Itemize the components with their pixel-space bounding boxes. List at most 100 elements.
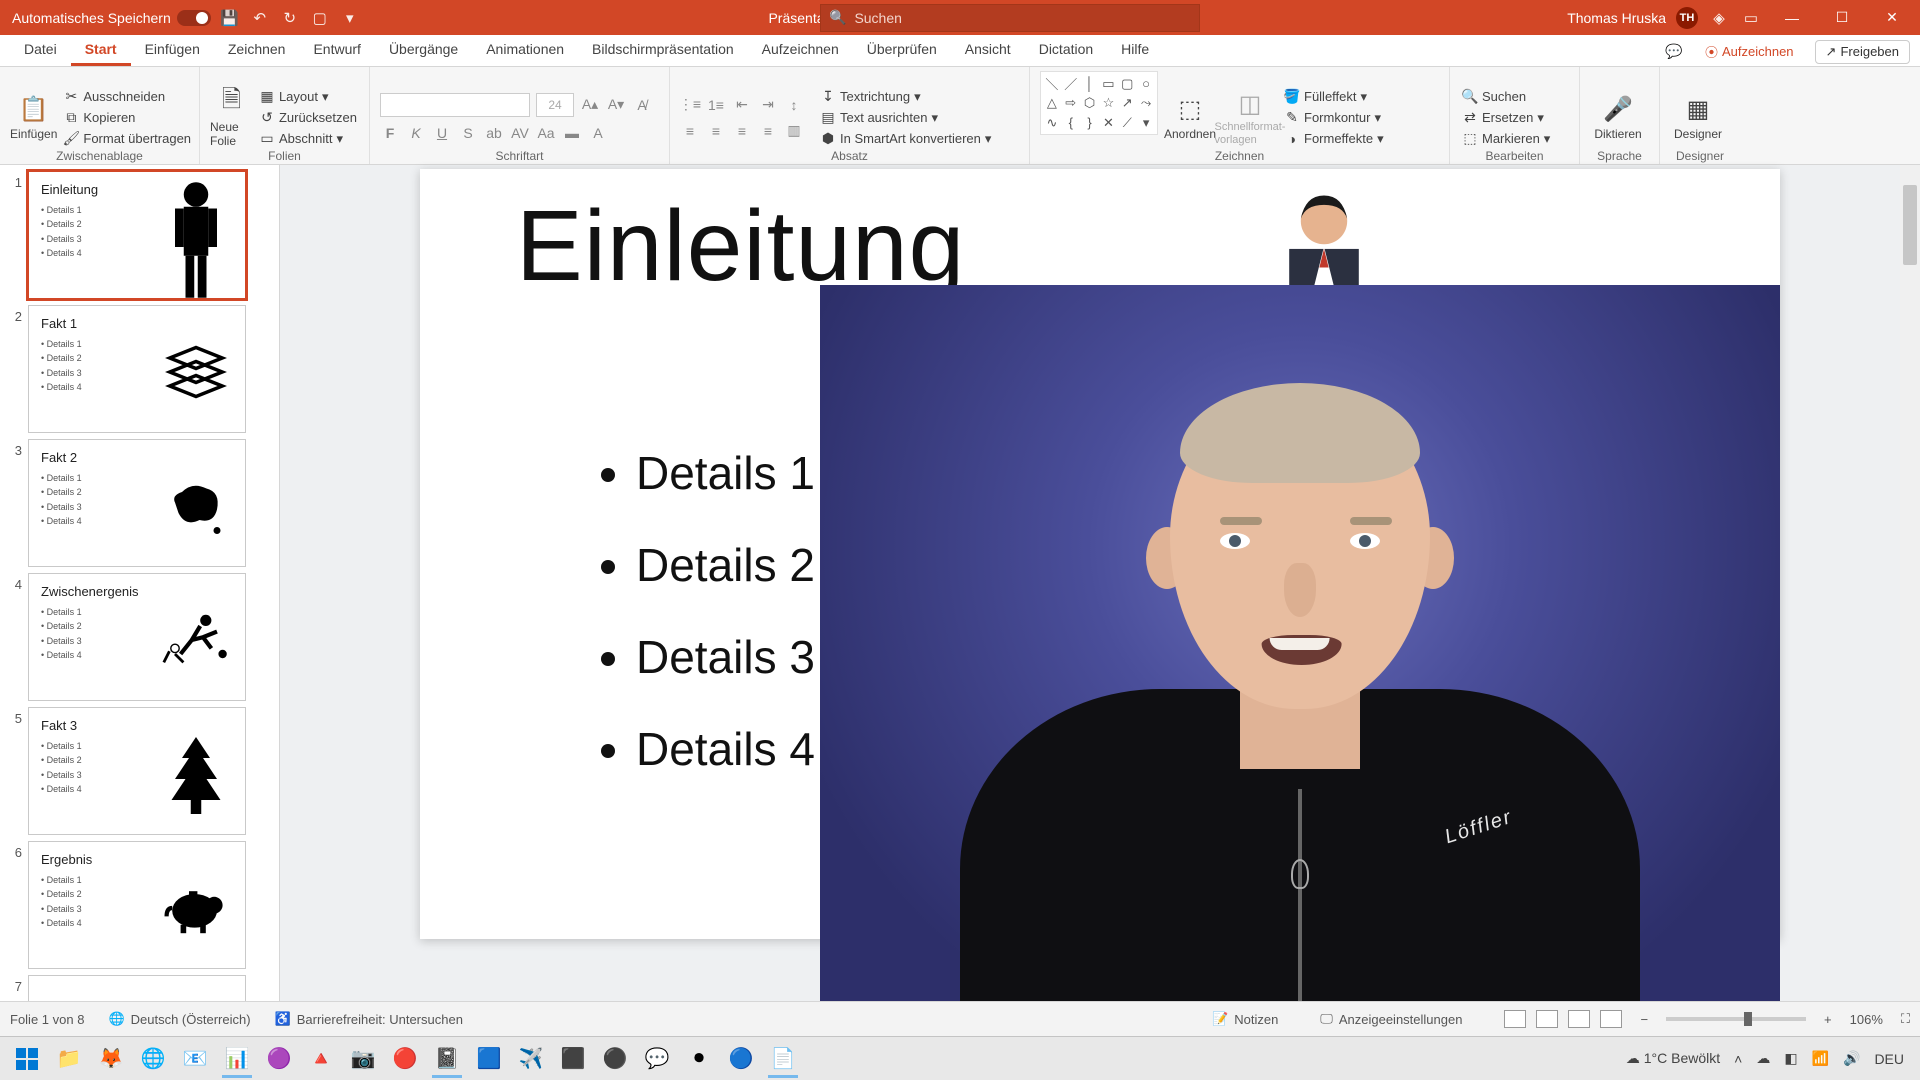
underline-icon[interactable]: U [432, 123, 452, 143]
font-color-icon[interactable]: A [588, 123, 608, 143]
slide-position[interactable]: Folie 1 von 8 [10, 1012, 84, 1027]
align-text-button[interactable]: ▤Text ausrichten ▾ [818, 109, 993, 127]
close-button[interactable]: ✕ [1872, 0, 1912, 35]
save-icon[interactable]: 💾 [219, 7, 241, 29]
shape-rect2-icon[interactable]: ▢ [1118, 74, 1136, 93]
align-left-icon[interactable]: ≡ [680, 121, 700, 141]
italic-icon[interactable]: K [406, 123, 426, 143]
taskbar-onenote[interactable]: 📓 [426, 1040, 468, 1078]
spacing-icon[interactable]: AV [510, 123, 530, 143]
taskbar-app1[interactable]: 🟣 [258, 1040, 300, 1078]
align-center-icon[interactable]: ≡ [706, 121, 726, 141]
taskbar-app8[interactable]: 🔵 [720, 1040, 762, 1078]
reading-view-icon[interactable] [1568, 1010, 1590, 1028]
comments-icon[interactable]: 💬 [1664, 42, 1684, 62]
slide-thumb-6[interactable]: 6ErgebnisDetails 1Details 2Details 3Deta… [6, 841, 279, 969]
bullets-icon[interactable]: ⋮≡ [680, 95, 700, 115]
fit-to-window-icon[interactable]: ⛶ [1901, 1011, 1910, 1027]
zoom-in-icon[interactable]: + [1824, 1012, 1832, 1027]
tab-file[interactable]: Datei [10, 35, 71, 66]
shape-brace-icon[interactable]: { [1062, 114, 1080, 133]
tab-transitions[interactable]: Übergänge [375, 35, 472, 66]
search-input[interactable] [854, 10, 1191, 26]
layout-button[interactable]: ▦Layout ▾ [257, 88, 359, 106]
tab-insert[interactable]: Einfügen [131, 35, 214, 66]
shapes-gallery[interactable]: ＼／│▭▢○ △⇨⬡☆↗⤳ ∿{}✕⟋▾ [1040, 71, 1158, 135]
sorter-view-icon[interactable] [1536, 1010, 1558, 1028]
find-button[interactable]: 🔍Suchen [1460, 88, 1552, 106]
line-spacing-icon[interactable]: ↕ [784, 95, 804, 115]
user-avatar[interactable]: TH [1676, 7, 1698, 29]
ribbon-mode-icon[interactable]: ▭ [1740, 7, 1762, 29]
smartart-button[interactable]: ⬢In SmartArt konvertieren ▾ [818, 130, 993, 148]
bullet-item[interactable]: Details 1 [636, 427, 815, 519]
tab-animations[interactable]: Animationen [472, 35, 578, 66]
shape-more-icon[interactable]: ▾ [1137, 114, 1155, 133]
taskbar-outlook[interactable]: 📧 [174, 1040, 216, 1078]
accessibility-status[interactable]: ♿Barrierefreiheit: Untersuchen [275, 1011, 463, 1027]
shape-arrow2-icon[interactable]: ↗ [1118, 94, 1136, 113]
slide-thumb-1[interactable]: 1EinleitungDetails 1Details 2Details 3De… [6, 171, 279, 299]
taskbar-app3[interactable]: 🔴 [384, 1040, 426, 1078]
taskbar-telegram[interactable]: ✈️ [510, 1040, 552, 1078]
indent-dec-icon[interactable]: ⇤ [732, 95, 752, 115]
format-painter-button[interactable]: 🖌Format übertragen [61, 130, 193, 148]
taskbar-app2[interactable]: 📷 [342, 1040, 384, 1078]
webcam-overlay[interactable]: Löffler [820, 285, 1780, 1009]
user-name[interactable]: Thomas Hruska [1567, 10, 1666, 26]
taskbar-firefox[interactable]: 🦊 [90, 1040, 132, 1078]
taskbar-vlc[interactable]: 🔺 [300, 1040, 342, 1078]
present-from-start-icon[interactable]: ▢ [309, 7, 331, 29]
shape-conn-icon[interactable]: ⤳ [1137, 94, 1155, 113]
shape-fill-button[interactable]: 🪣Fülleffekt ▾ [1282, 88, 1386, 106]
shape-line3-icon[interactable]: │ [1081, 74, 1099, 93]
slide-thumbnails-pane[interactable]: 1EinleitungDetails 1Details 2Details 3De… [0, 165, 280, 1045]
shape-rect-icon[interactable]: ▭ [1100, 74, 1118, 93]
taskbar-powerpoint[interactable]: 📊 [216, 1040, 258, 1078]
justify-icon[interactable]: ≡ [758, 121, 778, 141]
minimize-button[interactable]: — [1772, 0, 1812, 35]
more-qat-icon[interactable]: ▾ [339, 7, 361, 29]
cut-button[interactable]: ✂Ausschneiden [61, 88, 193, 106]
notes-button[interactable]: 📝Notizen [1212, 1011, 1278, 1027]
reset-button[interactable]: ↺Zurücksetzen [257, 109, 359, 127]
strike-icon[interactable]: S [458, 123, 478, 143]
slide-thumb-5[interactable]: 5Fakt 3Details 1Details 2Details 3Detail… [6, 707, 279, 835]
shape-outline-button[interactable]: ✎Formkontur ▾ [1282, 109, 1386, 127]
numbering-icon[interactable]: 1≡ [706, 95, 726, 115]
shape-effects-button[interactable]: ◑Formeffekte ▾ [1282, 130, 1386, 148]
shape-line2-icon[interactable]: ／ [1062, 74, 1080, 93]
shape-line-icon[interactable]: ＼ [1043, 74, 1061, 93]
bold-icon[interactable]: F [380, 123, 400, 143]
taskbar-chrome[interactable]: 🌐 [132, 1040, 174, 1078]
slide-canvas[interactable]: Einleitung Details 1Details 2Details 3De… [420, 169, 1780, 939]
font-size-select[interactable]: 24 [536, 93, 574, 117]
taskbar-app4[interactable]: 🟦 [468, 1040, 510, 1078]
display-settings-button[interactable]: 🖵Anzeigeeinstellungen [1320, 1011, 1462, 1027]
tab-view[interactable]: Ansicht [951, 35, 1025, 66]
shrink-font-icon[interactable]: A▾ [606, 95, 626, 115]
normal-view-icon[interactable] [1504, 1010, 1526, 1028]
taskbar-app5[interactable]: ⬛ [552, 1040, 594, 1078]
text-direction-button[interactable]: ↧Textrichtung ▾ [818, 88, 993, 106]
bullet-item[interactable]: Details 3 [636, 611, 815, 703]
tray-app-icon[interactable]: ◧ [1784, 1050, 1797, 1067]
tab-slideshow[interactable]: Bildschirmpräsentation [578, 35, 748, 66]
taskbar-obs[interactable]: ⚫ [594, 1040, 636, 1078]
zoom-out-icon[interactable]: − [1640, 1012, 1648, 1027]
taskbar-explorer[interactable]: 📁 [48, 1040, 90, 1078]
coming-soon-icon[interactable]: ◈ [1708, 7, 1730, 29]
align-right-icon[interactable]: ≡ [732, 121, 752, 141]
maximize-button[interactable]: ☐ [1822, 0, 1862, 35]
clear-format-icon[interactable]: A̸ [632, 95, 652, 115]
taskbar-app6[interactable]: 💬 [636, 1040, 678, 1078]
copy-button[interactable]: ⧉Kopieren [61, 109, 193, 127]
slide-editor-pane[interactable]: Einleitung Details 1Details 2Details 3De… [280, 165, 1920, 1045]
record-button[interactable]: ⦿Aufzeichnen [1694, 38, 1805, 65]
redo-icon[interactable]: ↻ [279, 7, 301, 29]
slide-thumb-4[interactable]: 4ZwischenergenisDetails 1Details 2Detail… [6, 573, 279, 701]
language-status[interactable]: 🌐Deutsch (Österreich) [108, 1011, 250, 1027]
shape-x-icon[interactable]: ✕ [1100, 114, 1118, 133]
columns-icon[interactable]: ▥ [784, 121, 804, 141]
zoom-level[interactable]: 106% [1850, 1012, 1883, 1027]
